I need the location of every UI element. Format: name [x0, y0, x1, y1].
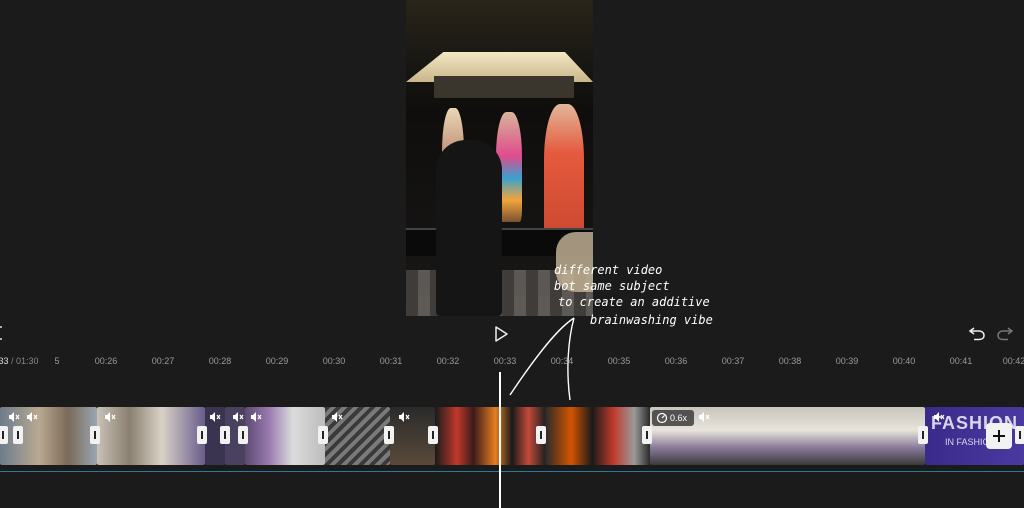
video-clip[interactable] [435, 407, 545, 465]
add-clip-button[interactable] [986, 423, 1012, 449]
annotation-line: brainwashing vibe [590, 313, 713, 327]
ruler-tick: 00:42 [1002, 356, 1024, 366]
speed-icon [656, 412, 668, 424]
track-baseline [0, 471, 1024, 472]
clip-transition-handle[interactable] [90, 426, 100, 444]
annotation-line: bot same subject [554, 279, 670, 293]
ruler-tick: 00:38 [778, 356, 802, 366]
clip-transition-handle[interactable] [536, 426, 546, 444]
plus-icon [993, 430, 1005, 442]
ruler-tick: 00:28 [208, 356, 232, 366]
speed-badge[interactable]: 0.6x [652, 410, 694, 426]
mute-icon[interactable] [209, 411, 221, 423]
ruler-tick: 00:41 [949, 356, 973, 366]
undo-icon[interactable] [968, 325, 986, 341]
mute-icon[interactable] [933, 411, 945, 423]
ruler-tick: 00:32 [436, 356, 460, 366]
mute-icon[interactable] [698, 411, 710, 423]
clip-transition-handle[interactable] [642, 426, 652, 444]
clip-transition-handle[interactable] [384, 426, 394, 444]
speed-label: 0.6x [670, 413, 688, 423]
video-track[interactable]: FASHION IN FASHION 0.6x [0, 407, 1024, 465]
ruler-tick: 00:29 [265, 356, 289, 366]
ruler-tick: 5 [54, 356, 60, 366]
ruler-tick: 00:40 [892, 356, 916, 366]
clip-transition-handle[interactable] [220, 426, 230, 444]
clip-transition-handle[interactable] [918, 426, 928, 444]
clip-transition-handle[interactable] [0, 426, 8, 444]
ruler-tick: 00:36 [664, 356, 688, 366]
play-icon[interactable] [492, 325, 510, 343]
fullscreen-icon[interactable] [0, 326, 6, 340]
ruler-tick: 00:26 [94, 356, 118, 366]
ruler-tick: 00:35 [607, 356, 631, 366]
redo-icon[interactable] [996, 325, 1014, 341]
preview-area: different video bot same subject to crea… [0, 0, 1024, 327]
clip-transition-handle[interactable] [197, 426, 207, 444]
clip-transition-handle[interactable] [238, 426, 248, 444]
ruler-tick: 00:39 [835, 356, 859, 366]
ruler-tick: 00:27 [151, 356, 175, 366]
clip-transition-handle[interactable] [13, 426, 23, 444]
clip-transition-handle[interactable] [318, 426, 328, 444]
ruler-tick: 00:34 [550, 356, 574, 366]
video-clip[interactable] [545, 407, 650, 465]
mute-icon[interactable] [398, 411, 410, 423]
playhead[interactable] [499, 372, 501, 508]
ruler-tick: 00:31 [379, 356, 403, 366]
ruler-tick: 00:37 [721, 356, 745, 366]
ceiling-grid [434, 76, 574, 98]
mute-icon[interactable] [104, 411, 116, 423]
mannequin-right [544, 104, 584, 244]
mute-icon[interactable] [8, 411, 20, 423]
ruler-tick: 00:33 [493, 356, 517, 366]
visitor [436, 140, 502, 316]
annotation-line: different video [554, 263, 663, 277]
mute-icon[interactable] [331, 411, 343, 423]
timeline-ruler[interactable]: 5 00:26 00:27 00:28 00:29 00:30 00:31 00… [0, 352, 1024, 370]
clip-transition-handle[interactable] [428, 426, 438, 444]
mute-icon[interactable] [250, 411, 262, 423]
clip-transition-handle[interactable] [1015, 426, 1024, 444]
mute-icon[interactable] [232, 411, 244, 423]
ruler-tick: 00:30 [322, 356, 346, 366]
mute-icon[interactable] [26, 411, 38, 423]
annotation-line: to create an additive [558, 295, 710, 309]
